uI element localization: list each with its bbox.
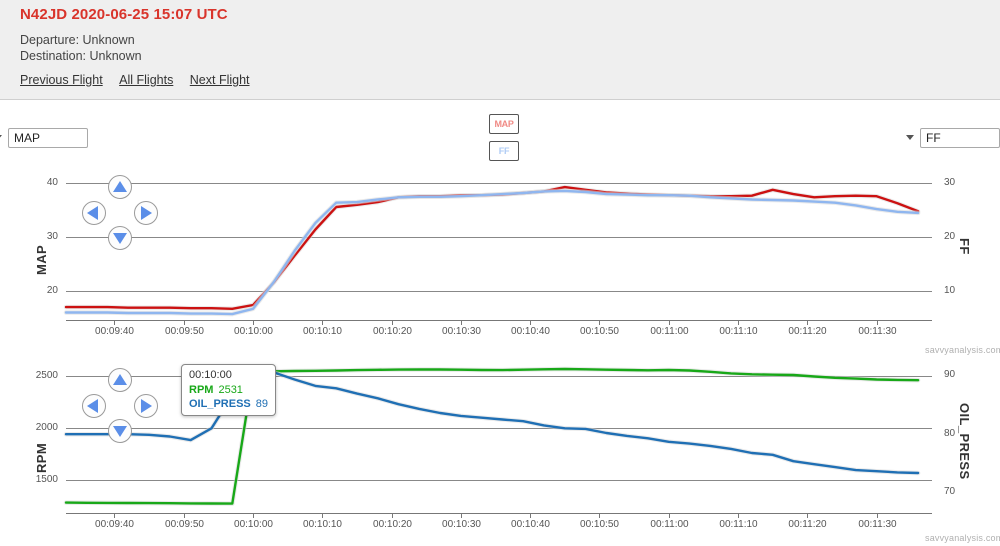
x-axis-tick-label: 00:09:50 <box>165 326 204 337</box>
tooltip-value-oilpress: 89 <box>255 398 268 410</box>
page-title: N42JD 2020-06-25 15:07 UTC <box>20 6 228 23</box>
x-axis-tick-label: 00:11:20 <box>788 326 827 337</box>
x-axis-tick-label: 00:10:00 <box>234 326 273 337</box>
axis-title-rpm: RPM <box>34 442 49 473</box>
x-axis-tick-label: 00:10:20 <box>373 326 412 337</box>
x-axis-tick-label: 00:10:40 <box>511 326 550 337</box>
pan-down-button-top[interactable] <box>108 226 132 250</box>
tooltip-row-oilpress: OIL_PRESS 89 <box>189 398 268 410</box>
y-axis-tick-label: 2000 <box>35 421 58 433</box>
y2-axis-tick-label: 20 <box>944 230 956 242</box>
x-axis-tick-label: 00:09:50 <box>165 519 204 530</box>
watermark-top: savvyanalysis.com <box>925 345 1000 355</box>
chart-rpm-oilpress: 2500 2000 1500 90 80 70 00:09:40 00:09:50 00:10:… <box>0 355 1000 546</box>
pan-pad-bottom <box>82 368 158 444</box>
tooltip-time: 00:10:00 <box>189 369 232 381</box>
axis-title-map: MAP <box>34 244 49 275</box>
page-header: N42JD 2020-06-25 15:07 UTC Departure: Un… <box>0 0 1000 100</box>
x-axis-tick-label: 00:10:10 <box>303 519 342 530</box>
triangle-right-icon <box>141 399 152 413</box>
y2-axis-tick-label: 70 <box>944 485 956 497</box>
pan-left-button-top[interactable] <box>82 201 106 225</box>
y-axis-tick-label: 2500 <box>35 369 58 381</box>
y2-axis-tick-label: 90 <box>944 368 956 380</box>
axis-title-ff: FF <box>957 238 972 255</box>
legend-toggle-map[interactable]: MAP <box>489 114 519 134</box>
x-axis-tick-label: 00:09:40 <box>95 326 134 337</box>
y2-axis-tick-label: 30 <box>944 176 956 188</box>
x-axis-tick-label: 00:10:30 <box>442 326 481 337</box>
pan-down-button-bottom[interactable] <box>108 419 132 443</box>
next-flight-link[interactable]: Next Flight <box>190 73 250 87</box>
x-axis-tick-label: 00:11:00 <box>650 519 689 530</box>
departure-label: Departure: Unknown <box>20 33 135 47</box>
pan-pad-top <box>82 175 158 251</box>
x-axis-tick-label: 00:11:00 <box>650 326 689 337</box>
y2-axis-tick-label: 80 <box>944 427 956 439</box>
series-line-ff[interactable] <box>64 189 920 316</box>
chevron-down-icon <box>0 135 2 140</box>
x-axis-tick-label: 00:10:40 <box>511 519 550 530</box>
triangle-right-icon <box>141 206 152 220</box>
y-axis-tick-label: 1500 <box>35 473 58 485</box>
series-shadow-ff <box>63 188 921 317</box>
pan-right-button-top[interactable] <box>134 201 158 225</box>
all-flights-link[interactable]: All Flights <box>119 73 173 87</box>
x-axis-tick-label: 00:11:30 <box>858 519 897 530</box>
x-axis-tick-label: 00:10:50 <box>580 519 619 530</box>
triangle-left-icon <box>87 206 98 220</box>
data-tooltip: 00:10:00 RPM 2531 OIL_PRESS 89 <box>181 364 276 416</box>
x-axis-tick-label: 00:10:50 <box>580 326 619 337</box>
tooltip-value-rpm: 2531 <box>218 384 243 396</box>
chart-map-ff: 40 30 20 30 20 10 00:09:40 00:09:50 00:10:00 00:1… <box>0 160 1000 355</box>
y2-axis-tick-label: 10 <box>944 284 956 296</box>
x-axis-tick-label: 00:10:00 <box>234 519 273 530</box>
left-parameter-select[interactable]: MAP <box>8 128 88 148</box>
series-line-map[interactable] <box>64 185 920 311</box>
legend-toggle-ff[interactable]: FF <box>489 141 519 161</box>
flight-analysis-page: N42JD 2020-06-25 15:07 UTC Departure: Un… <box>0 0 1000 546</box>
destination-label: Destination: Unknown <box>20 49 142 63</box>
watermark-bottom: savvyanalysis.com <box>925 533 1000 543</box>
previous-flight-link[interactable]: Previous Flight <box>20 73 103 87</box>
axis-title-oilpress: OIL_PRESS <box>957 403 972 480</box>
right-parameter-select[interactable]: FF <box>920 128 1000 148</box>
triangle-up-icon <box>113 181 127 192</box>
triangle-down-icon <box>113 233 127 244</box>
x-axis-tick-label: 00:11:10 <box>719 519 758 530</box>
x-axis-tick-label: 00:10:10 <box>303 326 342 337</box>
tooltip-label-rpm: RPM <box>189 384 214 396</box>
x-axis-tick-label: 00:11:20 <box>788 519 827 530</box>
x-axis-tick-label: 00:11:10 <box>719 326 758 337</box>
pan-left-button-bottom[interactable] <box>82 394 106 418</box>
triangle-up-icon <box>113 374 127 385</box>
flight-nav-links: Previous Flight All Flights Next Flight <box>20 71 262 89</box>
x-axis-tick-label: 00:11:30 <box>858 326 897 337</box>
y-axis-tick-label: 30 <box>46 230 58 242</box>
tooltip-row-rpm: RPM 2531 <box>189 384 268 396</box>
pan-up-button-top[interactable] <box>108 175 132 199</box>
y-axis-tick-label: 40 <box>46 176 58 188</box>
x-axis-tick-label: 00:10:30 <box>442 519 481 530</box>
chevron-down-icon <box>906 135 914 140</box>
pan-right-button-bottom[interactable] <box>134 394 158 418</box>
pan-up-button-bottom[interactable] <box>108 368 132 392</box>
tooltip-label-oilpress: OIL_PRESS <box>189 398 251 410</box>
triangle-down-icon <box>113 426 127 437</box>
x-axis-tick-label: 00:10:20 <box>373 519 412 530</box>
triangle-left-icon <box>87 399 98 413</box>
x-axis-tick-label: 00:09:40 <box>95 519 134 530</box>
y-axis-tick-label: 20 <box>46 284 58 296</box>
series-shadow-map <box>63 184 921 312</box>
